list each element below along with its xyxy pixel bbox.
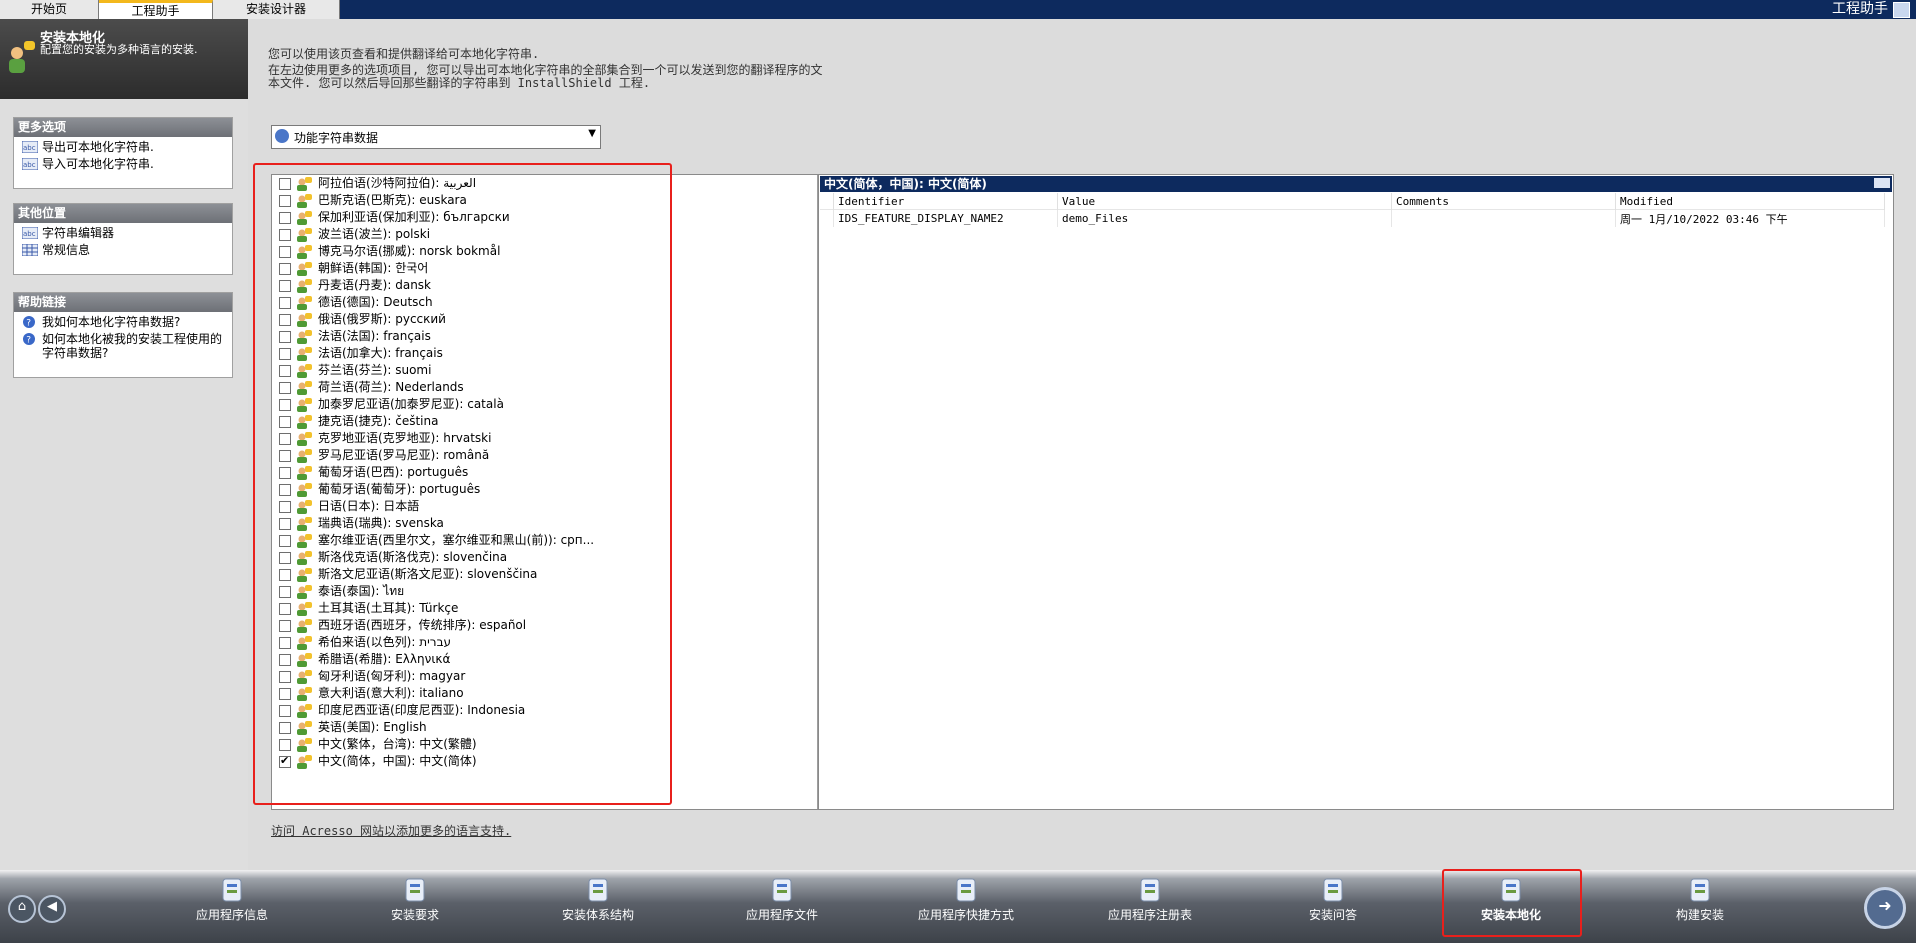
chevron-down-icon[interactable]: ▼: [588, 128, 596, 139]
tab-installation-designer[interactable]: 安装设计器: [213, 0, 340, 19]
help-link-label: 我如何本地化字符串数据?: [42, 315, 181, 329]
row-selector[interactable]: [820, 209, 834, 227]
export-strings-label: 导出可本地化字符串.: [42, 140, 154, 154]
dropdown-selected-value: 功能字符串数据: [294, 131, 379, 145]
help-links-box: 帮助链接 ? 我如何本地化字符串数据? ? 如何本地化被我的安装工程使用的字符串…: [13, 292, 233, 378]
nav-files[interactable]: 应用程序文件: [712, 870, 852, 943]
more-options-box: 更多选项 abc 导出可本地化字符串. abc 导入可本地化字符串.: [13, 117, 233, 189]
nav-label: 应用程序信息: [195, 908, 268, 922]
page-header: 安装本地化 配置您的安装为多种语言的安装.: [0, 19, 248, 99]
help-links-title: 帮助链接: [14, 293, 232, 312]
cell-identifier[interactable]: IDS_FEATURE_DISPLAY_NAME2: [833, 209, 1058, 227]
tab-project-assistant[interactable]: 工程助手: [99, 0, 213, 19]
tab-start-page[interactable]: 开始页: [0, 0, 99, 19]
nav-registry[interactable]: 应用程序注册表: [1080, 870, 1220, 943]
highlight-box: [253, 163, 672, 805]
forward-arrow-icon: ➜: [1878, 896, 1892, 915]
nav-build[interactable]: 构建安装: [1630, 870, 1770, 943]
bottom-navigation-bar: ⌂ ◀ 应用程序信息 安装要求 安装体系结构 应用程序文件 应用程序快捷方式 应用程序注册…: [0, 870, 1916, 943]
nav-label: 安装要求: [390, 908, 439, 922]
acresso-website-link[interactable]: 访问 Acresso 网站以添加更多的语言支持.: [271, 822, 511, 839]
nav-interview[interactable]: 安装问答: [1263, 870, 1403, 943]
svg-text:abc: abc: [23, 144, 36, 152]
help-link-label: 如何本地化被我的安装工程使用的字符串数据?: [42, 332, 223, 360]
import-strings-label: 导入可本地化字符串.: [42, 157, 154, 171]
page-subtitle: 配置您的安装为多种语言的安装.: [40, 43, 198, 56]
nav-app-info[interactable]: 应用程序信息: [162, 870, 302, 943]
string-grid: Identifier Value Comments Modified IDS_F…: [820, 193, 1885, 227]
nav-architecture[interactable]: 安装体系结构: [528, 870, 668, 943]
nav-label: 构建安装: [1675, 908, 1724, 922]
interview-icon: [1323, 878, 1343, 902]
abc-icon: abc: [22, 227, 38, 239]
row-selector-header: [820, 193, 834, 210]
abc-icon: [1874, 178, 1890, 188]
nav-requirements[interactable]: 安装要求: [345, 870, 485, 943]
column-header-value[interactable]: Value: [1057, 193, 1392, 210]
svg-text:?: ?: [26, 319, 31, 329]
svg-text:?: ?: [26, 336, 31, 346]
nav-label: 应用程序注册表: [1107, 908, 1192, 922]
nav-label: 应用程序快捷方式: [917, 908, 1014, 922]
app-title: 工程助手: [1832, 1, 1888, 17]
description-text: 您可以使用该页查看和提供翻译给可本地化字符串.: [268, 47, 540, 61]
abc-icon: abc: [22, 141, 38, 153]
architecture-icon: [588, 878, 608, 902]
requirements-icon: [405, 878, 425, 902]
general-info-label: 常规信息: [42, 243, 91, 257]
help-link-localize-project-strings[interactable]: ? 如何本地化被我的安装工程使用的字符串数据?: [14, 332, 232, 360]
home-icon: ⌂: [17, 899, 27, 914]
localization-header-icon: [9, 41, 35, 73]
registry-icon: [1140, 878, 1160, 902]
home-button[interactable]: ⌂: [8, 895, 36, 923]
help-icon: ?: [23, 316, 35, 329]
string-type-dropdown[interactable]: 功能字符串数据 ▼: [271, 125, 601, 149]
back-button[interactable]: ◀: [38, 895, 66, 923]
column-header-comments[interactable]: Comments: [1391, 193, 1616, 210]
help-icon: ?: [23, 333, 35, 346]
app-info-icon: [222, 878, 242, 902]
other-locations-box: 其他位置 abc 字符串编辑器 常规信息: [13, 203, 233, 275]
description-detail: 在左边使用更多的选项项目, 您可以导出可本地化字符串的全部集合到一个可以发送到您…: [268, 63, 823, 90]
cell-comments[interactable]: [1391, 209, 1616, 227]
top-tab-bar: 开始页 工程助手 安装设计器 工程助手: [0, 0, 1916, 19]
highlight-box: [1442, 869, 1582, 937]
export-strings-link[interactable]: abc 导出可本地化字符串.: [14, 140, 232, 154]
general-info-link[interactable]: 常规信息: [14, 243, 232, 257]
svg-text:abc: abc: [23, 161, 36, 169]
abc-icon: abc: [22, 158, 38, 170]
other-locations-title: 其他位置: [14, 204, 232, 223]
svg-text:abc: abc: [23, 230, 36, 238]
string-table-title: 中文(简体，中国): 中文(简体): [820, 176, 1892, 192]
build-icon: [1690, 878, 1710, 902]
grid-icon: [22, 244, 38, 256]
table-row[interactable]: IDS_FEATURE_DISPLAY_NAME2 demo_Files 周一 …: [820, 209, 1885, 227]
import-strings-link[interactable]: abc 导入可本地化字符串.: [14, 157, 232, 171]
next-button[interactable]: ➜: [1864, 887, 1906, 929]
help-link-localize-strings[interactable]: ? 我如何本地化字符串数据?: [14, 315, 232, 329]
string-editor-link[interactable]: abc 字符串编辑器: [14, 226, 232, 240]
column-header-identifier[interactable]: Identifier: [833, 193, 1058, 210]
files-icon: [772, 878, 792, 902]
left-sidebar: 更多选项 abc 导出可本地化字符串. abc 导入可本地化字符串. 其他位置 …: [0, 99, 248, 870]
string-table-panel: 中文(简体，中国): 中文(简体) Identifier Value Comme…: [818, 174, 1894, 810]
shortcuts-icon: [956, 878, 976, 902]
more-options-title: 更多选项: [14, 118, 232, 137]
cell-value[interactable]: demo_Files: [1057, 209, 1392, 227]
feature-icon: [275, 129, 289, 143]
nav-shortcuts[interactable]: 应用程序快捷方式: [896, 870, 1036, 943]
nav-label: 安装体系结构: [561, 908, 634, 922]
nav-label: 应用程序文件: [745, 908, 818, 922]
nav-label: 安装问答: [1308, 908, 1357, 922]
string-editor-label: 字符串编辑器: [42, 226, 115, 240]
window-icon[interactable]: [1893, 2, 1910, 18]
column-header-modified[interactable]: Modified: [1615, 193, 1885, 210]
back-arrow-icon: ◀: [47, 899, 57, 914]
cell-modified: 周一 1月/10/2022 03:46 下午: [1615, 209, 1885, 227]
